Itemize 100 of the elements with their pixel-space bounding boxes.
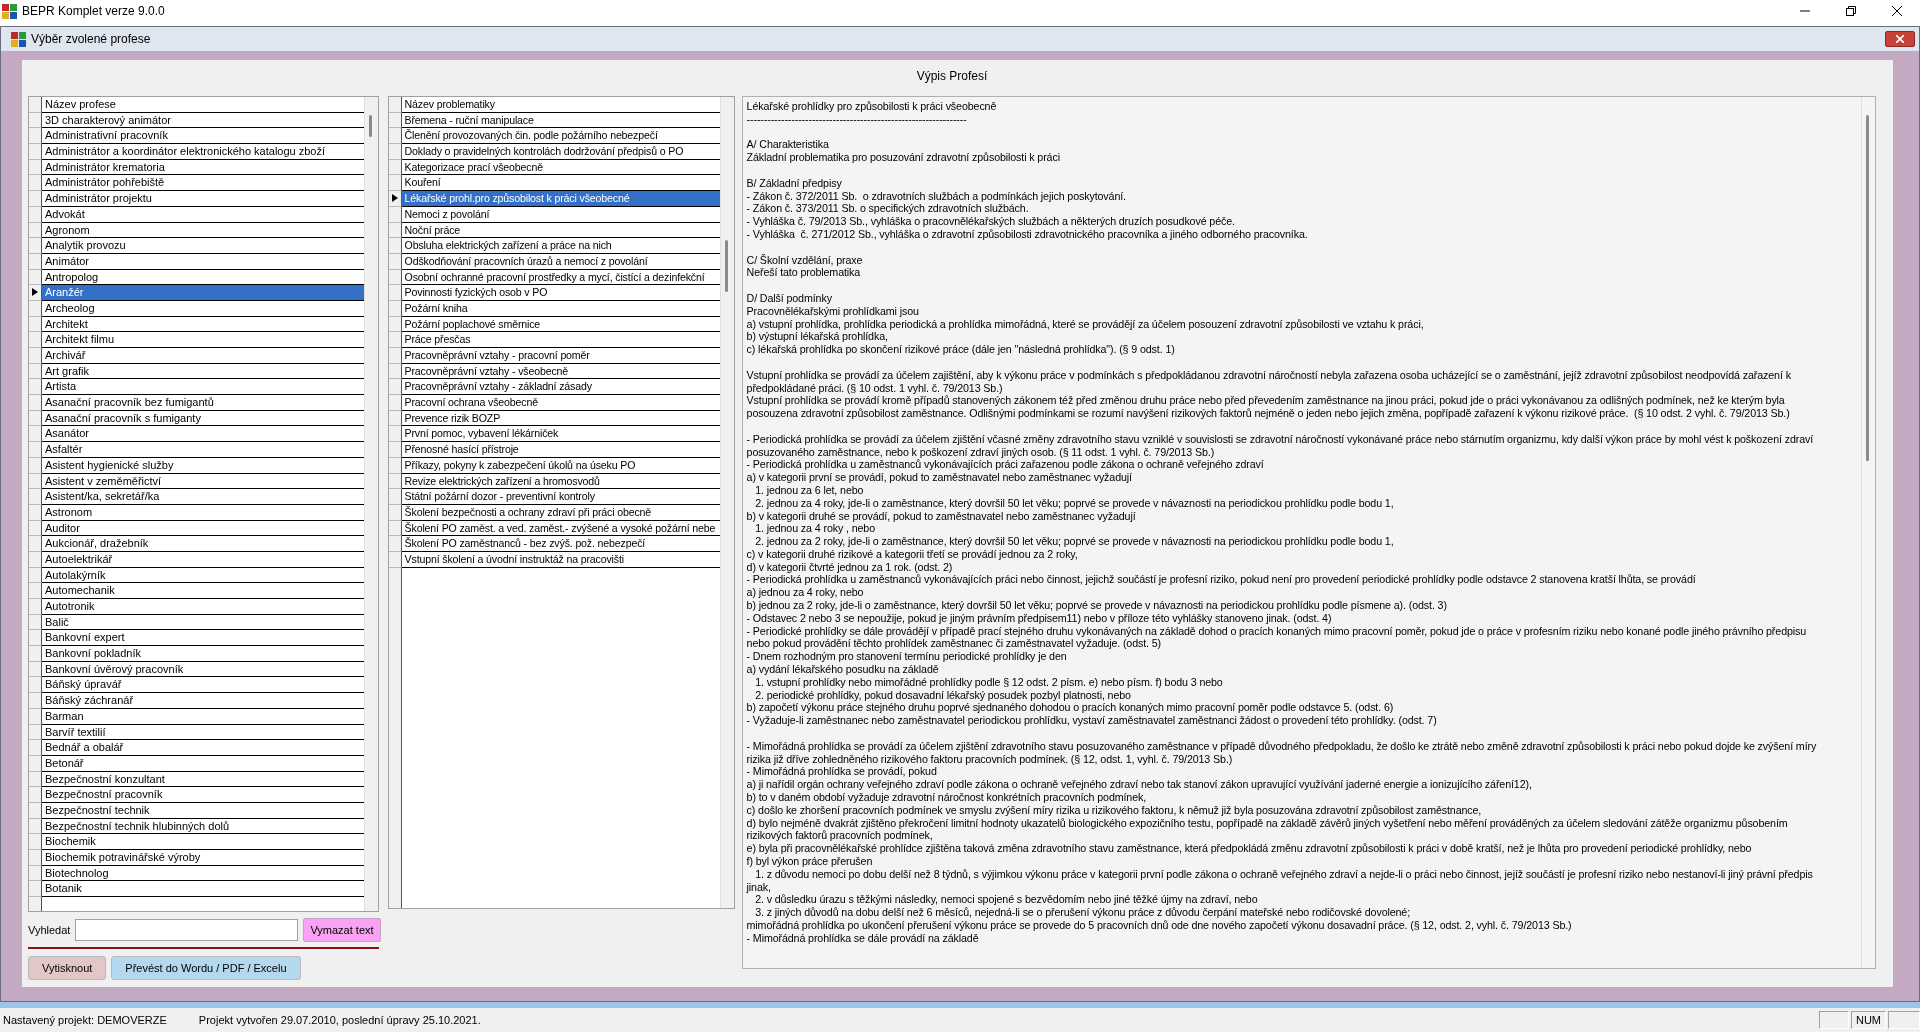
list-item[interactable]: 3D charakterový animátor (42, 112, 364, 129)
row-selector[interactable] (29, 191, 42, 207)
row-selector[interactable] (29, 332, 42, 348)
row-selector[interactable] (388, 238, 402, 254)
list-item[interactable]: Báňský úpravář (42, 677, 364, 694)
list-item[interactable]: Bezpečnostní pracovník (42, 787, 364, 803)
list-item[interactable]: Astronom (42, 504, 364, 521)
list-item[interactable]: Agronom (42, 222, 364, 239)
row-selector[interactable] (388, 128, 402, 145)
list-item[interactable]: Asanační pracovník bez fumigantů (42, 395, 364, 411)
list-item[interactable]: Architekt (42, 316, 364, 333)
list-item[interactable]: Prevence rizik BOZP (401, 410, 720, 427)
row-selector[interactable] (29, 693, 42, 709)
list-item[interactable]: Báňský záchranář (42, 693, 364, 709)
list-item[interactable]: Architekt filmu (42, 332, 364, 348)
list-item[interactable]: Biochemik potravinářské výroby (42, 850, 364, 866)
list-item[interactable]: Státní požární dozor - preventivní kontroly (401, 489, 720, 505)
list-item[interactable]: Nemoci z povolání (401, 206, 720, 223)
list-item[interactable]: Povinnosti fyzických osob v PO (401, 285, 720, 301)
list-item[interactable]: Pracovněprávní vztahy - základní zásady (401, 379, 720, 396)
row-selector[interactable] (29, 740, 42, 756)
list-item[interactable]: Lékařské prohl.pro způsobilost k práci všeobecné (401, 191, 720, 207)
list-item[interactable]: Osobní ochranné pracovní prostředky a mycí, čistící a dezinfekční (401, 269, 720, 286)
row-selector[interactable] (29, 128, 42, 145)
row-selector[interactable] (29, 285, 42, 301)
row-selector[interactable] (29, 834, 42, 850)
row-selector[interactable] (29, 599, 42, 615)
row-selector[interactable] (388, 442, 402, 458)
row-selector[interactable] (388, 191, 402, 207)
list-item[interactable]: Archivář (42, 348, 364, 364)
list-item[interactable]: Advokát (42, 206, 364, 223)
row-selector[interactable] (29, 348, 42, 364)
list-item[interactable]: Bankovní pokladník (42, 646, 364, 662)
row-selector[interactable] (29, 144, 42, 160)
list-item[interactable]: Asfaltér (42, 442, 364, 458)
vertical-scrollbar[interactable] (364, 97, 378, 911)
list-item[interactable]: Asistent v zeměměřictví (42, 473, 364, 490)
list-item[interactable]: Autoelektrikář (42, 551, 364, 568)
list-item[interactable]: Botanik (42, 881, 364, 898)
list-item[interactable]: Autotronik (42, 599, 364, 615)
row-selector[interactable] (388, 489, 402, 505)
list-item[interactable]: Balič (42, 614, 364, 631)
list-item[interactable]: Pracovněprávní vztahy - všeobecně (401, 363, 720, 380)
list-item[interactable]: Vstupní školení a úvodní instruktáž na pracovišti (401, 551, 720, 568)
list-item[interactable]: Artista (42, 379, 364, 396)
list-item[interactable]: Autolakýrník (42, 567, 364, 584)
list-item[interactable]: Administrativní pracovník (42, 128, 364, 145)
list-item[interactable]: Asistent/ka, sekretář/ka (42, 489, 364, 505)
row-selector[interactable] (29, 97, 42, 113)
clear-text-button[interactable]: Vymazat text (303, 918, 381, 942)
list-item[interactable]: Animátor (42, 253, 364, 270)
list-item[interactable]: Biotechnolog (42, 865, 364, 882)
row-selector[interactable] (388, 536, 402, 552)
row-selector[interactable] (29, 489, 42, 505)
row-selector[interactable] (29, 787, 42, 803)
row-selector[interactable] (29, 395, 42, 411)
list-item[interactable]: Bezpečnostní technik hlubinných dolů (42, 818, 364, 835)
print-button[interactable]: Vytisknout (28, 956, 107, 980)
list-item[interactable]: Pracovní ochrana všeobecně (401, 395, 720, 411)
search-field[interactable] (75, 919, 299, 941)
list-item[interactable]: Školení PO zaměst. a ved. zaměst.- zvýšené a vysoké požární nebe (401, 520, 720, 537)
list-item[interactable]: Bednář a obalář (42, 740, 364, 756)
vertical-scrollbar[interactable] (719, 97, 734, 908)
list-item[interactable]: Požární kniha (401, 300, 720, 317)
list-item[interactable]: Aukcionář, dražebník (42, 536, 364, 552)
list-item[interactable]: První pomoc, vybavení lékárniček (401, 426, 720, 443)
row-selector[interactable] (29, 379, 42, 396)
list-item[interactable]: Administrátor krematoria (42, 159, 364, 176)
row-selector[interactable] (388, 379, 402, 396)
row-selector[interactable] (388, 395, 402, 411)
list-item[interactable]: Školení PO zaměstnanců - bez zvýš. pož. nebezpečí (401, 536, 720, 552)
list-item[interactable]: Bezpečnostní technik (42, 802, 364, 819)
list-item[interactable]: Školení bezpečnosti a ochrany zdraví při práci obecně (401, 504, 720, 521)
row-selector[interactable] (29, 175, 42, 192)
row-selector[interactable] (29, 536, 42, 552)
list-item[interactable]: Přenosné hasící přístroje (401, 442, 720, 458)
list-item[interactable]: Administrátor pohřebiště (42, 175, 364, 192)
list-item[interactable]: Administrátor a koordinátor elektronického katalogu zboží (42, 144, 364, 160)
close-button[interactable] (1885, 31, 1915, 47)
list-item[interactable]: Břemena - ruční manipulace (401, 112, 720, 129)
list-item[interactable]: Kategorizace prací všeobecně (401, 159, 720, 176)
list-item[interactable]: Biochemik (42, 834, 364, 850)
row-selector[interactable] (29, 646, 42, 662)
list-item[interactable]: Automechanik (42, 583, 364, 599)
list-item[interactable]: Betonář (42, 755, 364, 772)
list-item[interactable]: Auditor (42, 520, 364, 537)
list-item[interactable]: Požární poplachové směrnice (401, 316, 720, 333)
list-item[interactable]: Aranžér (42, 285, 364, 301)
list-item[interactable]: Art grafik (42, 363, 364, 380)
row-selector[interactable] (29, 583, 42, 599)
list-item[interactable]: Administrátor projektu (42, 191, 364, 207)
row-selector[interactable] (388, 175, 402, 192)
row-selector[interactable] (388, 332, 402, 348)
row-selector[interactable] (29, 677, 42, 694)
list-item[interactable]: Obsluha elektrických zařízení a práce na nich (401, 238, 720, 254)
list-item[interactable]: Archeolog (42, 300, 364, 317)
row-selector[interactable] (388, 426, 402, 443)
row-selector[interactable] (29, 850, 42, 866)
list-item[interactable]: Noční práce (401, 222, 720, 239)
list-item[interactable]: Práce přesčas (401, 332, 720, 348)
